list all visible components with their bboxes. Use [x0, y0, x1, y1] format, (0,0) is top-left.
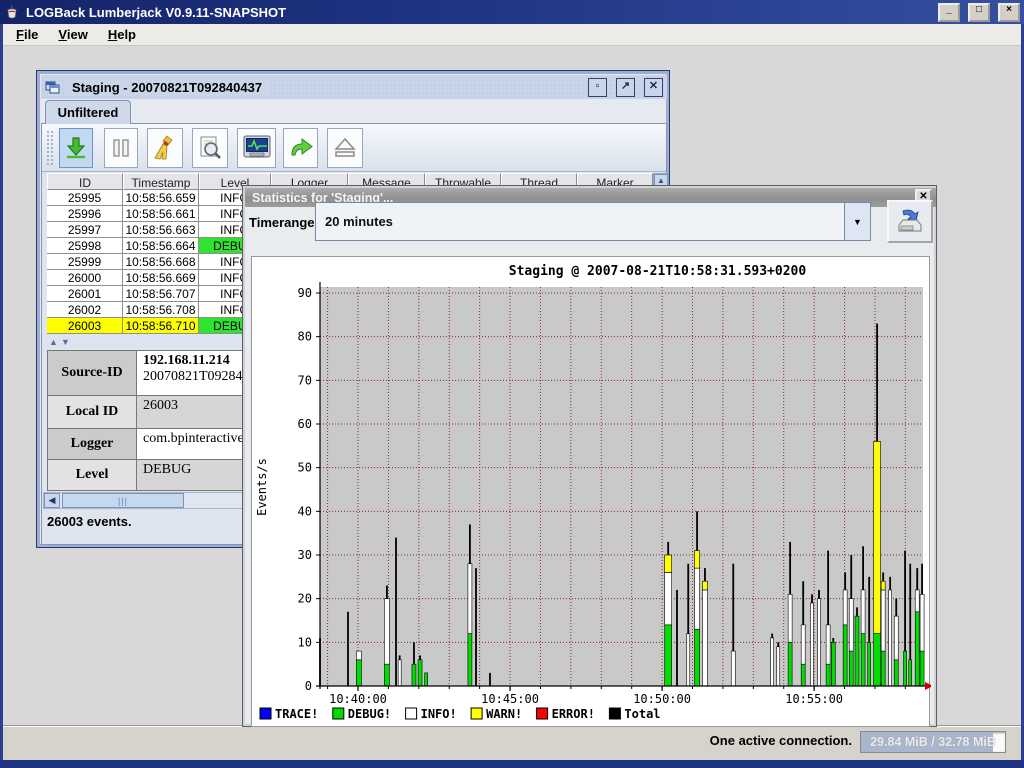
svg-text:40: 40	[298, 504, 312, 518]
svg-text:DEBUG!: DEBUG!	[348, 707, 391, 721]
table-row-cell[interactable]: 26000	[47, 270, 123, 286]
menu-help[interactable]: Help	[100, 25, 144, 44]
scrollbar-thumb[interactable]: |||	[62, 493, 184, 508]
follow-tail-button[interactable]	[59, 128, 93, 168]
monitor-waveform-icon	[242, 134, 272, 162]
scroll-left-icon[interactable]: ◀	[44, 493, 60, 508]
table-row-cell[interactable]: 25998	[47, 238, 123, 254]
broom-icon	[151, 134, 179, 162]
svg-text:20: 20	[298, 592, 312, 606]
timerange-combobox[interactable]: 20 minutes ▼	[315, 202, 871, 241]
detail-label: Local ID	[47, 396, 137, 429]
svg-text:ERROR!: ERROR!	[552, 707, 595, 721]
window-border-left	[0, 24, 3, 768]
internal-frame-title: Staging - 20070821T092840437	[66, 80, 268, 95]
eject-icon	[332, 135, 358, 161]
statistics-chart-panel: 0 10 20 30 40 50 60 70 80 90 10:40:00 10:45:00 10:50…	[251, 256, 930, 727]
svg-text:INFO!: INFO!	[421, 707, 457, 721]
tab-unfiltered[interactable]: Unfiltered	[45, 100, 131, 124]
memory-usage-text: 29.84 MiB / 32.78 MiB	[861, 735, 1005, 749]
menu-file[interactable]: File	[8, 25, 46, 44]
window-title: LOGBack Lumberjack V0.9.11-SNAPSHOT	[26, 5, 286, 20]
table-row-cell[interactable]: 25999	[47, 254, 123, 270]
window-titlebar: LOGBack Lumberjack V0.9.11-SNAPSHOT _ □ …	[0, 0, 1024, 24]
event-count-status: 26003 events.	[47, 514, 132, 529]
memory-progressbar[interactable]: 29.84 MiB / 32.78 MiB	[860, 731, 1006, 753]
table-row-cell[interactable]: 26002	[47, 302, 123, 318]
menu-bar: FileView Help	[0, 24, 1024, 46]
table-row-cell[interactable]: 10:58:56.669	[123, 270, 199, 286]
detail-label: Level	[47, 460, 137, 491]
events-per-second-chart: 0 10 20 30 40 50 60 70 80 90 10:40:00 10:45:00 10:50…	[252, 257, 931, 728]
svg-text:Events/s: Events/s	[255, 458, 269, 516]
pause-button[interactable]	[104, 128, 138, 168]
save-chart-button[interactable]	[887, 200, 933, 243]
internal-frame-maximize-button[interactable]: ↗	[616, 78, 635, 97]
column-header-timestamp[interactable]: Timestamp	[123, 173, 199, 190]
maximize-button[interactable]: □	[968, 3, 990, 22]
table-row-cell[interactable]: 25996	[47, 206, 123, 222]
svg-text:10:50:00: 10:50:00	[633, 692, 691, 706]
combobox-arrow-icon[interactable]: ▼	[844, 203, 870, 240]
table-row-cell[interactable]: 10:58:56.708	[123, 302, 199, 318]
minimize-button[interactable]: _	[938, 3, 960, 22]
forward-button[interactable]	[283, 128, 318, 168]
internal-frame-close-button[interactable]: ✕	[644, 78, 663, 97]
svg-text:90: 90	[298, 286, 312, 300]
application-window: LOGBack Lumberjack V0.9.11-SNAPSHOT _ □ …	[0, 0, 1024, 768]
connection-status: One active connection.	[710, 733, 852, 748]
curved-arrow-icon	[288, 135, 314, 161]
eject-button[interactable]	[327, 128, 363, 168]
svg-text:50: 50	[298, 461, 312, 475]
svg-text:Total: Total	[624, 707, 660, 721]
svg-text:WARN!: WARN!	[486, 707, 522, 721]
svg-text:30: 30	[298, 548, 312, 562]
internal-frame-icon	[45, 80, 60, 94]
svg-text:10:40:00: 10:40:00	[329, 692, 387, 706]
internal-frame-iconify-button[interactable]: ▫	[588, 78, 607, 97]
timerange-label: Timerange:	[249, 215, 319, 230]
table-row-cell[interactable]: 10:58:56.659	[123, 190, 199, 206]
table-row-cell[interactable]: 10:58:56.664	[123, 238, 199, 254]
svg-text:60: 60	[298, 417, 312, 431]
detail-label: Logger	[47, 429, 137, 460]
svg-text:TRACE!: TRACE!	[275, 707, 318, 721]
document-search-icon	[196, 134, 224, 162]
table-row-cell[interactable]: 25995	[47, 190, 123, 206]
table-row-cell[interactable]: 10:58:56.668	[123, 254, 199, 270]
table-row-cell[interactable]: 26001	[47, 286, 123, 302]
svg-text:70: 70	[298, 373, 312, 387]
split-collapse-down-icon[interactable]: ▼	[61, 337, 70, 347]
svg-text:0: 0	[305, 679, 312, 693]
svg-text:10:55:00: 10:55:00	[785, 692, 843, 706]
table-row-cell[interactable]: 10:58:56.710	[123, 318, 199, 334]
table-row-cell[interactable]: 26003	[47, 318, 123, 334]
clean-button[interactable]	[147, 128, 183, 168]
save-to-disk-icon	[895, 207, 925, 237]
table-row-cell[interactable]: 10:58:56.661	[123, 206, 199, 222]
svg-text:10:45:00: 10:45:00	[481, 692, 539, 706]
svg-text:Staging @ 2007-08-21T10:58:31.: Staging @ 2007-08-21T10:58:31.593+0200	[509, 264, 807, 279]
find-button[interactable]	[192, 128, 228, 168]
svg-text:10: 10	[298, 635, 312, 649]
toolbar-grip[interactable]	[46, 130, 55, 166]
timerange-value: 20 minutes	[316, 214, 844, 229]
column-header-id[interactable]: ID	[47, 173, 123, 190]
close-button[interactable]: ×	[998, 3, 1020, 22]
statistics-dialog: Statistics for 'Staging'... ✕ Timerange:…	[242, 185, 937, 727]
table-row-cell[interactable]: 10:58:56.707	[123, 286, 199, 302]
download-arrow-icon	[63, 135, 89, 161]
internal-frame-titlebar[interactable]: Staging - 20070821T092840437 ▫ ↗ ✕	[41, 75, 667, 99]
split-collapse-up-icon[interactable]: ▲	[49, 337, 58, 347]
table-row-cell[interactable]: 10:58:56.663	[123, 222, 199, 238]
table-row-cell[interactable]: 25997	[47, 222, 123, 238]
statistics-button[interactable]	[237, 128, 276, 168]
window-border-bottom	[0, 760, 1024, 768]
svg-text:80: 80	[298, 330, 312, 344]
menu-view[interactable]: View	[50, 25, 95, 44]
detail-label: Source-ID	[47, 350, 137, 396]
pause-icon	[109, 136, 133, 160]
java-cup-icon	[4, 4, 20, 20]
